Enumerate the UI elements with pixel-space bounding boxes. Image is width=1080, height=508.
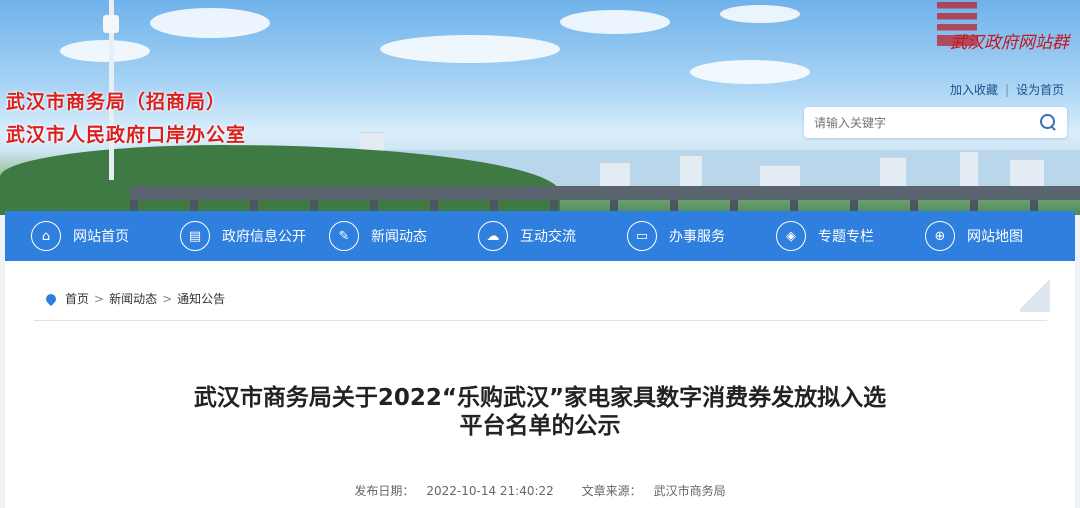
nav-item-topics[interactable]: ◈ 专题专栏 xyxy=(776,211,874,261)
breadcrumb-separator: > xyxy=(94,291,105,306)
divider xyxy=(34,320,1047,321)
chat-icon: ☁ xyxy=(478,221,508,251)
nav-item-label: 网站地图 xyxy=(967,229,1023,245)
nav-item-label: 网站首页 xyxy=(73,229,129,245)
globe-icon: ⊕ xyxy=(925,221,955,251)
nav-item-label: 新闻动态 xyxy=(371,229,427,245)
book-icon: ✎ xyxy=(329,221,359,251)
main-nav: ⌂ 网站首页 ▤ 政府信息公开 ✎ 新闻动态 ☁ 互动交流 ▭ 办事服务 ◈ 专… xyxy=(5,211,1075,261)
article-source: 武汉市商务局 xyxy=(653,484,726,498)
nav-item-label: 专题专栏 xyxy=(818,229,874,245)
breadcrumb-notices[interactable]: 通知公告 xyxy=(177,290,225,307)
publish-date-label: 发布日期： xyxy=(354,484,415,498)
article-title-line1: 武汉市商务局关于2022“乐购武汉”家电家具数字消费券发放拟入选 xyxy=(193,385,887,411)
search-input[interactable] xyxy=(812,113,1036,133)
portal-logo[interactable]: 武汉政府网站群 xyxy=(950,28,1069,53)
article-title: 武汉市商务局关于2022“乐购武汉”家电家具数字消费券发放拟入选 平台名单的公示 xyxy=(60,384,1020,440)
nav-item-sitemap[interactable]: ⊕ 网站地图 xyxy=(925,211,1023,261)
site-title-line2: 武汉市人民政府口岸办公室 xyxy=(6,124,247,146)
monitor-icon: ▭ xyxy=(627,221,657,251)
breadcrumb-separator: > xyxy=(162,291,173,306)
site-title-line1: 武汉市商务局（招商局） xyxy=(6,91,227,113)
header-links: 加入收藏 | 设为首页 xyxy=(950,81,1064,98)
breadcrumb-news[interactable]: 新闻动态 xyxy=(109,290,157,307)
search-box xyxy=(804,107,1067,138)
nav-item-label: 政府信息公开 xyxy=(222,229,306,245)
search-icon[interactable] xyxy=(1040,114,1055,129)
article-meta: 发布日期： 2022-10-14 21:40:22 文章来源： 武汉市商务局 xyxy=(0,482,1080,499)
breadcrumb-home[interactable]: 首页 xyxy=(65,290,89,307)
nav-item-label: 互动交流 xyxy=(520,229,576,245)
nav-item-news[interactable]: ✎ 新闻动态 xyxy=(329,211,427,261)
nav-item-label: 办事服务 xyxy=(669,229,725,245)
location-pin-icon xyxy=(43,291,59,306)
publish-date: 2022-10-14 21:40:22 xyxy=(426,484,554,498)
nav-item-services[interactable]: ▭ 办事服务 xyxy=(627,211,725,261)
nav-item-interaction[interactable]: ☁ 互动交流 xyxy=(478,211,576,261)
set-homepage-link[interactable]: 设为首页 xyxy=(1016,83,1064,97)
home-icon: ⌂ xyxy=(31,221,61,251)
breadcrumb: 首页 > 新闻动态 > 通知公告 xyxy=(43,290,225,307)
add-favorite-link[interactable]: 加入收藏 xyxy=(950,83,998,97)
link-separator: | xyxy=(1005,83,1010,97)
nav-item-gov-info[interactable]: ▤ 政府信息公开 xyxy=(180,211,306,261)
document-icon: ▤ xyxy=(180,221,210,251)
nav-item-home[interactable]: ⌂ 网站首页 xyxy=(31,211,129,261)
page-fold-decoration xyxy=(1020,276,1050,312)
article-title-line2: 平台名单的公示 xyxy=(459,413,621,439)
source-label: 文章来源： xyxy=(581,484,642,498)
cube-icon: ◈ xyxy=(776,221,806,251)
